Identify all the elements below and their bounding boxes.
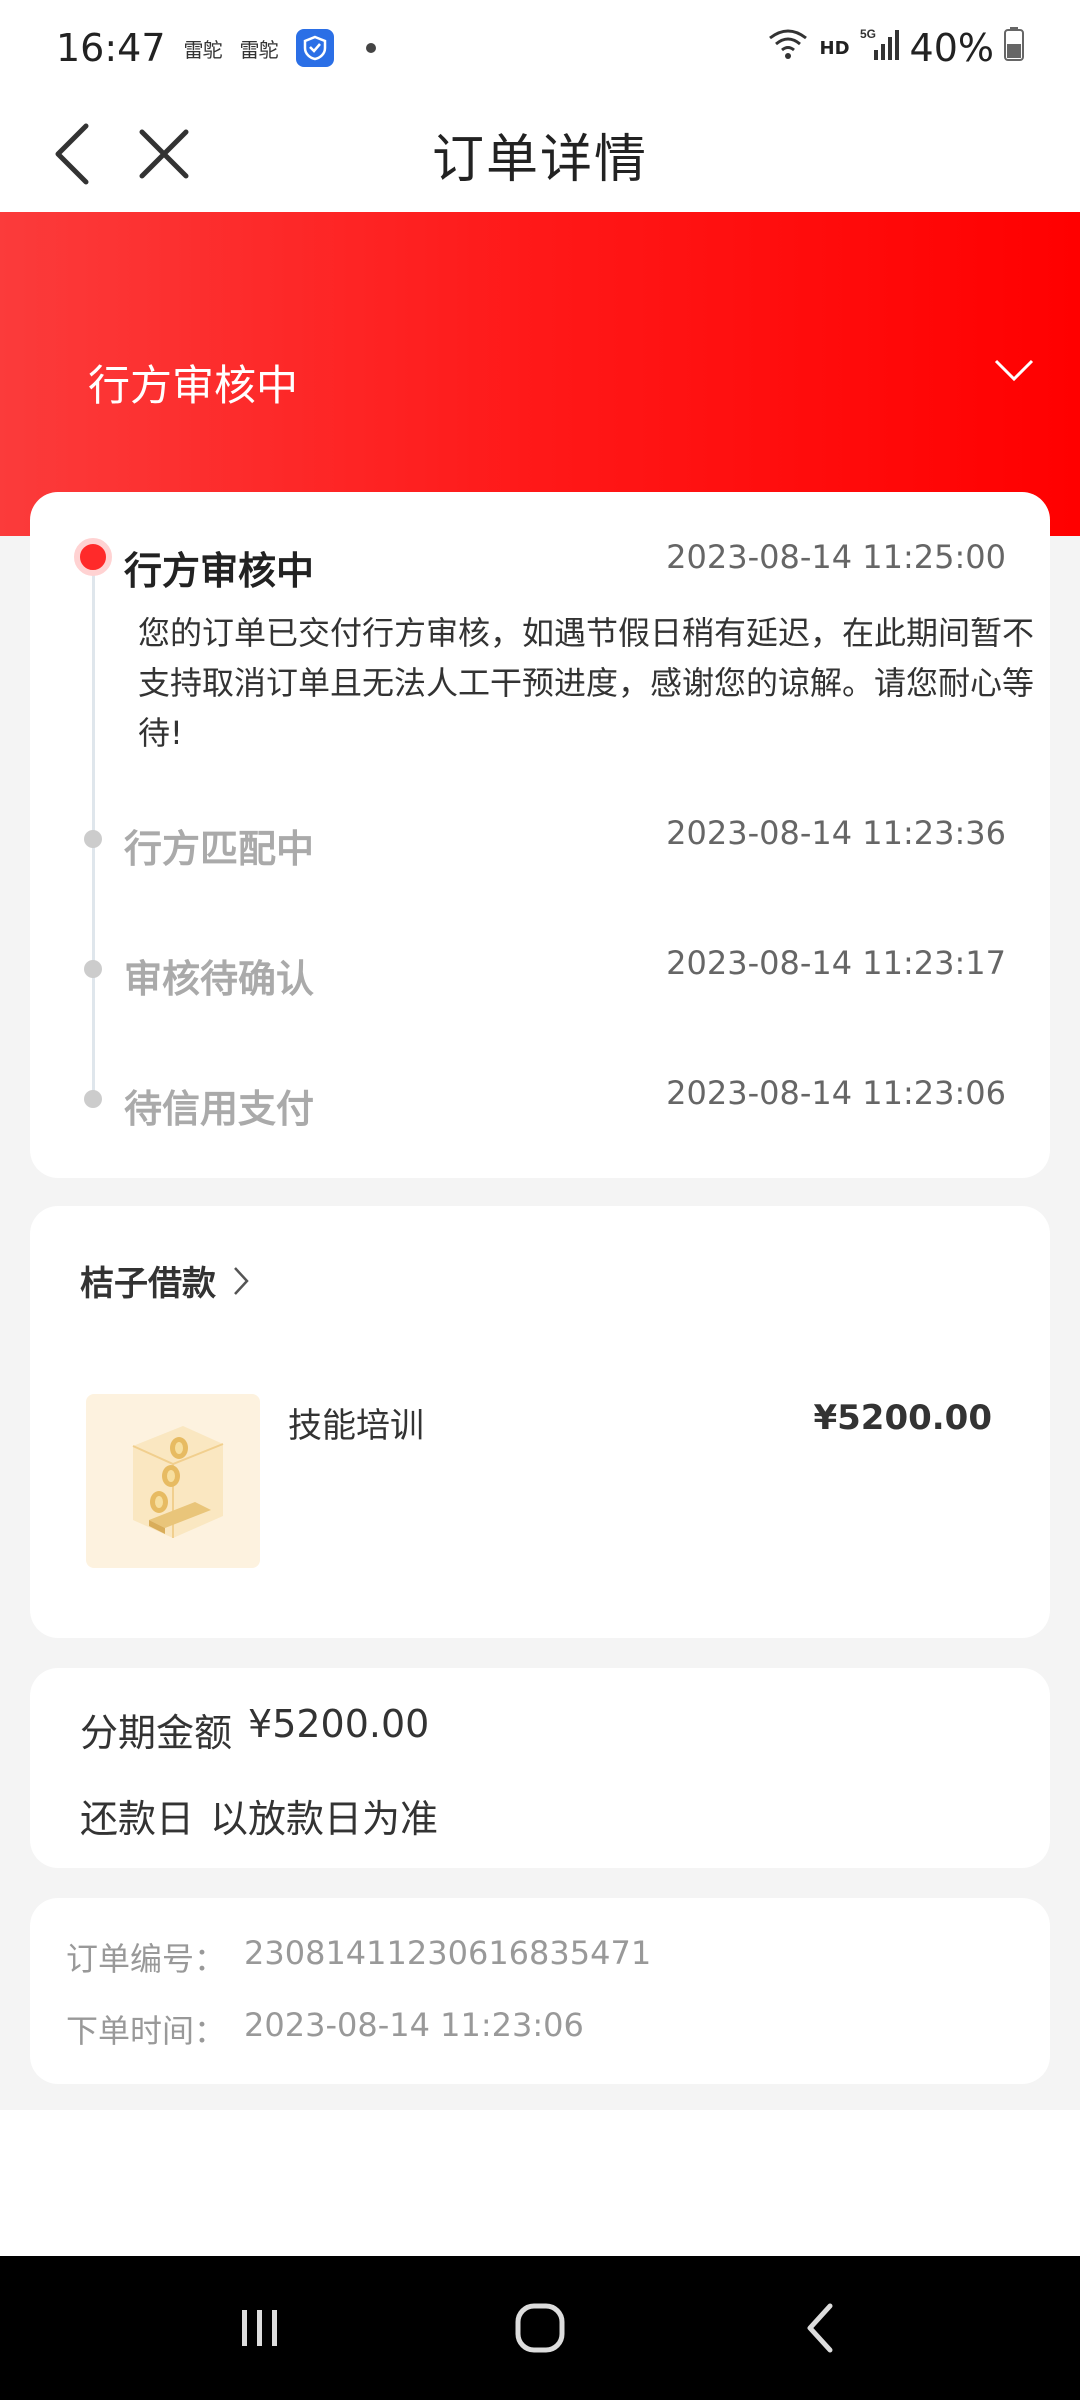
- timeline-dot-icon: [84, 960, 102, 978]
- chevron-right-icon: [234, 1266, 249, 1295]
- order-time-row: 下单时间： 2023-08-14 11:23:06: [66, 2006, 584, 2052]
- close-button[interactable]: [128, 118, 200, 190]
- installment-amount-row: 分期金额 ¥5200.00: [80, 1702, 429, 1757]
- home-icon: [515, 2303, 565, 2353]
- navigation-bar: 订单详情: [0, 96, 1080, 212]
- timeline-time: 2023-08-14 11:23:36: [666, 814, 1006, 852]
- hd-label: HD: [819, 37, 850, 59]
- timeline-dot-icon: [84, 830, 102, 848]
- timeline-time: 2023-08-14 11:23:17: [666, 944, 1006, 982]
- order-number-row: 订单编号： 23081411230616835471: [66, 1934, 651, 1980]
- repayment-day-label: 还款日: [80, 1797, 195, 1841]
- order-time-label: 下单时间：: [66, 2012, 227, 2050]
- wifi-icon: [766, 26, 810, 71]
- battery-percent: 40%: [909, 26, 994, 70]
- status-time: 16:47: [56, 26, 166, 70]
- product-card: 桔子借款 技能培训 ¥5200.00: [30, 1206, 1050, 1638]
- svg-text:5G: 5G: [860, 27, 876, 41]
- merchant-name: 桔子借款: [80, 1264, 216, 1304]
- battery-icon: [1004, 26, 1024, 70]
- repayment-day-row: 还款日 以放款日为准: [80, 1788, 438, 1843]
- timeline-description: 您的订单已交付行方审核，如遇节假日稍有延迟，在此期间暂不支持取消订单且无法人工干…: [138, 614, 1035, 752]
- status-right: HD 5G 40%: [766, 26, 1024, 71]
- signal-icon: 5G: [860, 26, 900, 71]
- status-bar: 16:47 雷鸵 雷鸵 HD 5G 40%: [0, 0, 1080, 96]
- order-number-label: 订单编号：: [66, 1940, 227, 1978]
- product-price: ¥5200.00: [813, 1398, 992, 1438]
- timeline-active-dot-icon: [74, 538, 112, 576]
- installment-card: 分期金额 ¥5200.00 还款日 以放款日为准: [30, 1668, 1050, 1868]
- recent-apps-button[interactable]: [220, 2288, 300, 2368]
- system-back-button[interactable]: [780, 2288, 860, 2368]
- order-number-value: 23081411230616835471: [244, 1934, 652, 1972]
- timeline-title: 行方审核中: [124, 549, 315, 593]
- page-title: 订单详情: [431, 129, 648, 190]
- header-status-text: 行方审核中: [88, 361, 299, 410]
- timeline-title: 行方匹配中: [124, 827, 315, 871]
- close-icon: [139, 129, 189, 179]
- chevron-left-icon: [55, 123, 89, 185]
- merchant-link[interactable]: 桔子借款: [80, 1256, 250, 1305]
- notification-dot-icon: [365, 43, 376, 53]
- status-header-band: 行方审核中: [0, 212, 1080, 536]
- carrier-label-2: 雷鸵: [239, 37, 279, 62]
- repayment-day-value: 以放款日为准: [210, 1797, 439, 1841]
- back-arrow-icon: [807, 2303, 833, 2353]
- order-info-card: 订单编号： 23081411230616835471 下单时间： 2023-08…: [30, 1898, 1050, 2084]
- timeline-time: 2023-08-14 11:23:06: [666, 1074, 1006, 1112]
- installment-amount-label: 分期金额: [80, 1711, 233, 1755]
- carrier-label-1: 雷鸵: [183, 37, 223, 62]
- back-button[interactable]: [36, 118, 108, 190]
- security-shield-icon: [295, 29, 334, 67]
- system-navigation-bar: [0, 2256, 1080, 2400]
- product-name: 技能培训: [288, 1406, 424, 1446]
- timeline-title: 待信用支付: [124, 1087, 315, 1131]
- status-left: 16:47 雷鸵 雷鸵: [56, 26, 376, 70]
- order-timeline-card: 行方审核中 2023-08-14 11:25:00 您的订单已交付行方审核，如遇…: [30, 492, 1050, 1178]
- installment-amount-value: ¥5200.00: [248, 1702, 430, 1746]
- recent-apps-icon: [242, 2310, 277, 2346]
- order-detail-screen: 16:47 雷鸵 雷鸵 HD 5G 40% 订单详情 行方审核中 行方审核中 2…: [0, 0, 1080, 2400]
- product-image: [86, 1394, 260, 1568]
- home-button[interactable]: [500, 2288, 580, 2368]
- timeline-title: 审核待确认: [124, 957, 315, 1001]
- timeline-time: 2023-08-14 11:25:00: [666, 538, 1006, 576]
- order-time-value: 2023-08-14 11:23:06: [244, 2006, 584, 2044]
- coins-box-icon: [132, 1426, 224, 1538]
- expand-status-button[interactable]: [984, 340, 1044, 400]
- chevron-down-icon: [994, 359, 1034, 382]
- timeline-dot-icon: [84, 1090, 102, 1108]
